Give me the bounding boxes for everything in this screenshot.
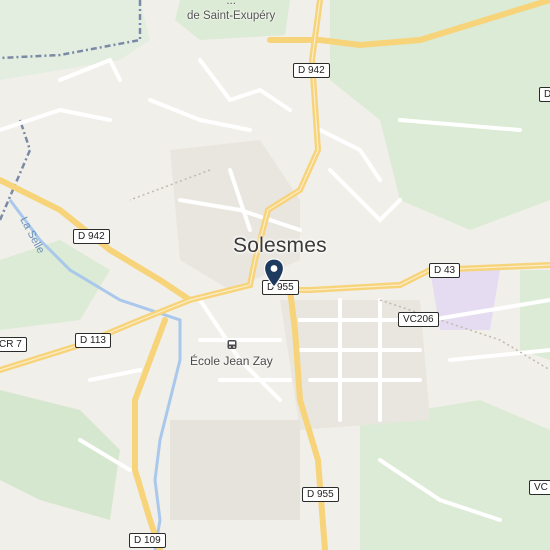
road-shield-d955-south: D 955 bbox=[302, 487, 339, 502]
college-label[interactable]: ... de Saint-Exupéry bbox=[187, 0, 275, 24]
road-shield-d113: D 113 bbox=[75, 333, 111, 348]
road-shield-d942-west: D 942 bbox=[73, 229, 110, 244]
road-shield-d43: D 43 bbox=[429, 263, 461, 278]
school-label[interactable]: École Jean Zay bbox=[190, 354, 273, 368]
road-shield-d942-north: D 942 bbox=[293, 63, 330, 78]
road-shield-d109: D 109 bbox=[129, 533, 166, 548]
road-shield-d-east: D bbox=[539, 87, 550, 102]
location-pin-icon[interactable] bbox=[263, 258, 285, 288]
town-label[interactable]: Solesmes bbox=[233, 234, 327, 258]
bus-stop-icon[interactable] bbox=[226, 339, 238, 351]
map-view[interactable]: ... de Saint-Exupéry Solesmes La Selle É… bbox=[0, 0, 550, 550]
college-label-line1: ... bbox=[226, 0, 236, 7]
road-shield-vc-east: VC bbox=[529, 480, 550, 495]
road-shield-cr7: CR 7 bbox=[0, 337, 27, 352]
college-label-line2: de Saint-Exupéry bbox=[187, 10, 276, 22]
road-shield-vc206: VC206 bbox=[398, 312, 439, 327]
